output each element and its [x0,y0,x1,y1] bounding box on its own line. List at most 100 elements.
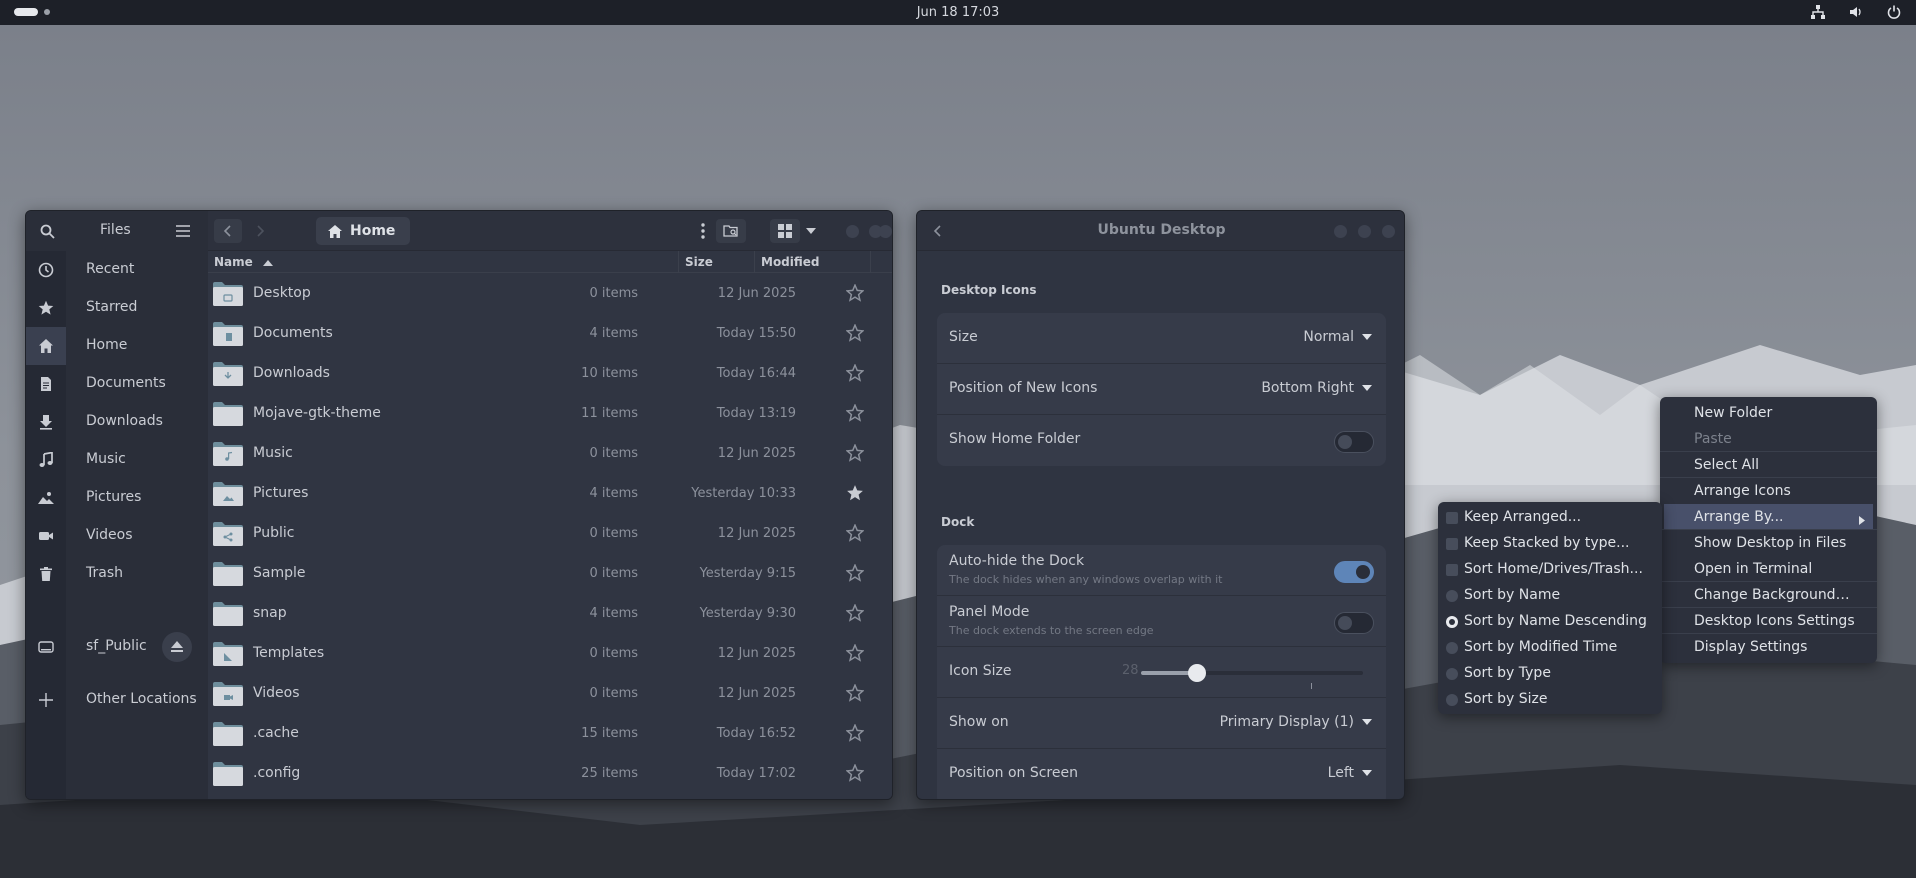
file-row[interactable]: Music 0 items 12 Jun 2025 [208,434,892,474]
clock[interactable]: Jun 18 17:03 [0,5,1916,20]
column-separator[interactable] [754,251,755,273]
sidebar-item-documents[interactable]: Documents [26,365,208,403]
star-outline-icon[interactable] [845,563,865,582]
row-position-new-icons[interactable]: Position of New Icons Bottom Right [937,364,1386,415]
sidebar-item-music[interactable]: Music [26,441,208,479]
minimize-button[interactable] [1334,225,1347,238]
row-show-home-folder[interactable]: Show Home Folder [937,415,1386,466]
menu-item-arrange-by[interactable]: Arrange By... [1664,504,1873,530]
submenu-radio-item[interactable]: Sort by Type [1438,660,1662,686]
sidebar-item-videos[interactable]: Videos [26,517,208,555]
path-bar-home[interactable]: Home [316,217,410,245]
radio-button[interactable] [1446,642,1458,654]
submenu-radio-item[interactable]: Sort by Size [1438,686,1662,712]
minimize-button[interactable] [846,225,859,238]
file-row[interactable]: Public 0 items 12 Jun 2025 [208,514,892,554]
volume-icon[interactable] [1848,4,1864,20]
sidebar-item-sf-public[interactable]: sf_Public [26,628,208,666]
radio-button[interactable] [1446,694,1458,706]
menu-item-display-settings[interactable]: Display Settings [1660,634,1877,660]
star-outline-icon[interactable] [845,603,865,622]
network-icon[interactable] [1810,4,1826,20]
column-header-size[interactable]: Size [685,255,713,269]
star-outline-icon[interactable] [845,683,865,702]
search-in-folder-button[interactable] [716,219,746,243]
sidebar-item-pictures[interactable]: Pictures [26,479,208,517]
menu-item-paste[interactable]: Paste [1660,426,1877,452]
sidebar-item-home[interactable]: Home [26,327,208,365]
close-button[interactable] [879,225,892,238]
checkbox[interactable] [1446,538,1458,550]
search-button[interactable] [34,219,60,243]
forward-button[interactable] [246,219,274,243]
radio-button[interactable] [1446,616,1458,628]
star-outline-icon[interactable] [845,363,865,382]
eject-button[interactable] [162,632,192,662]
main-menu-button[interactable] [170,219,196,243]
row-position-on-screen[interactable]: Position on Screen Left [937,749,1386,799]
file-row[interactable]: Desktop 0 items 12 Jun 2025 [208,274,892,314]
icon-size-dropdown[interactable]: Normal [1303,329,1372,345]
menu-item-show-desktop-in-files[interactable]: Show Desktop in Files [1660,530,1877,556]
star-outline-icon[interactable] [845,723,865,742]
sidebar-item-downloads[interactable]: Downloads [26,403,208,441]
view-options-dropdown[interactable] [802,219,820,243]
column-separator[interactable] [678,251,679,273]
menu-item-desktop-icons-settings[interactable]: Desktop Icons Settings [1660,608,1877,634]
sidebar-item-other-locations[interactable]: Other Locations [26,681,208,719]
file-row[interactable]: Documents 4 items Today 15:50 [208,314,892,354]
star-outline-icon[interactable] [845,643,865,662]
submenu-radio-item[interactable]: Sort by Name [1438,582,1662,608]
more-options-button[interactable] [693,219,713,243]
star-outline-icon[interactable] [845,523,865,542]
sidebar-item-recent[interactable]: Recent [26,251,208,289]
show-on-dropdown[interactable]: Primary Display (1) [1220,714,1372,730]
submenu-check-item[interactable]: Keep Stacked by type... [1438,530,1662,556]
back-button[interactable] [214,219,242,243]
file-row[interactable]: snap 4 items Yesterday 9:30 [208,594,892,634]
column-header-modified[interactable]: Modified [761,255,820,269]
star-outline-icon[interactable] [845,443,865,462]
file-row[interactable]: Videos 0 items 12 Jun 2025 [208,674,892,714]
file-row[interactable]: Mojave-gtk-theme 11 items Today 13:19 [208,394,892,434]
file-row[interactable]: Templates 0 items 12 Jun 2025 [208,634,892,674]
maximize-button[interactable] [1358,225,1371,238]
submenu-radio-item[interactable]: Sort by Modified Time [1438,634,1662,660]
menu-item-select-all[interactable]: Select All [1660,452,1877,478]
row-icon-size[interactable]: Size Normal [937,313,1386,364]
star-outline-icon[interactable] [845,763,865,782]
menu-item-new-folder[interactable]: New Folder [1660,400,1877,426]
power-icon[interactable] [1886,4,1902,20]
row-show-on[interactable]: Show on Primary Display (1) [937,698,1386,749]
file-row[interactable]: Sample 0 items Yesterday 9:15 [208,554,892,594]
dock-position-dropdown[interactable]: Left [1328,765,1372,781]
star-outline-icon[interactable] [845,323,865,342]
checkbox[interactable] [1446,512,1458,524]
system-tray[interactable] [1810,4,1902,20]
star-outline-icon[interactable] [845,283,865,302]
file-row[interactable]: Downloads 10 items Today 16:44 [208,354,892,394]
close-button[interactable] [1382,225,1395,238]
checkbox[interactable] [1446,564,1458,576]
slider-handle[interactable] [1188,664,1206,682]
file-row[interactable]: Pictures 4 items Yesterday 10:33 [208,474,892,514]
menu-item-change-background[interactable]: Change Background… [1660,582,1877,608]
star-filled-icon[interactable] [846,484,864,502]
autohide-toggle[interactable] [1334,561,1374,583]
column-separator[interactable] [870,251,871,273]
column-header-name[interactable]: Name [214,255,273,269]
submenu-radio-item[interactable]: Sort by Name Descending [1438,608,1662,634]
icon-size-slider[interactable] [1141,664,1363,682]
submenu-check-item[interactable]: Sort Home/Drives/Trash... [1438,556,1662,582]
file-row[interactable]: .cache 15 items Today 16:52 [208,714,892,754]
position-dropdown[interactable]: Bottom Right [1261,380,1372,396]
grid-view-button[interactable] [770,219,800,243]
file-row[interactable]: .config 25 items Today 17:02 [208,754,892,794]
menu-item-arrange-icons[interactable]: Arrange Icons [1660,478,1877,504]
show-home-toggle[interactable] [1334,431,1374,453]
menu-item-open-in-terminal[interactable]: Open in Terminal [1660,556,1877,582]
row-autohide[interactable]: Auto-hide the Dock The dock hides when a… [937,545,1386,596]
submenu-check-item[interactable]: Keep Arranged... [1438,504,1662,530]
panel-mode-toggle[interactable] [1334,612,1374,634]
sidebar-item-starred[interactable]: Starred [26,289,208,327]
